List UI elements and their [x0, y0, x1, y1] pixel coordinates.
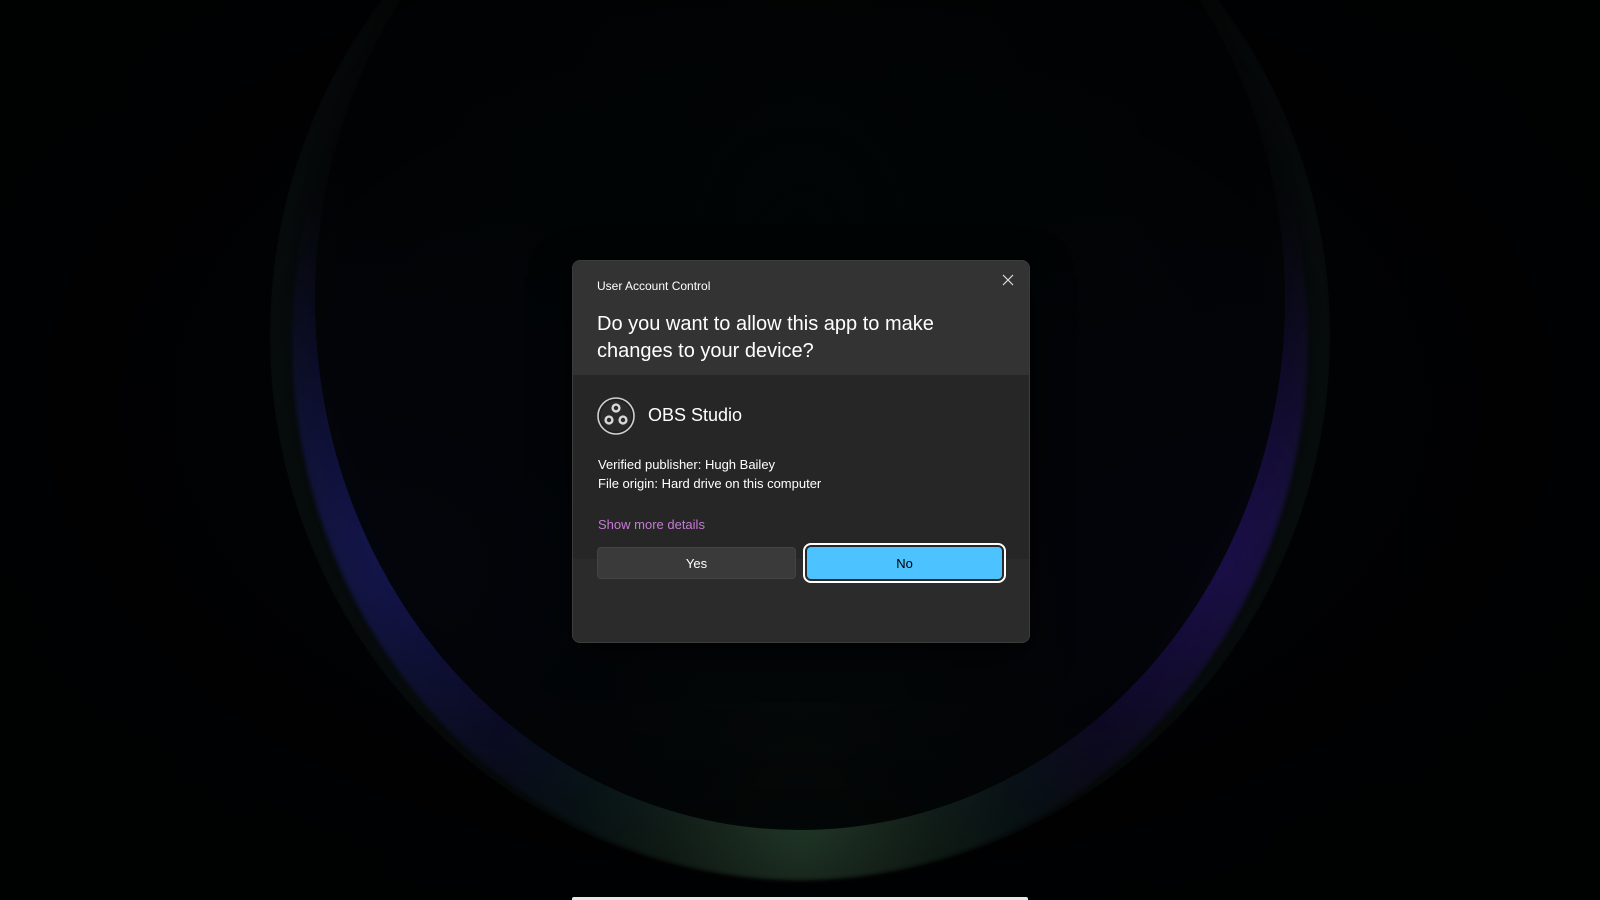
uac-dialog: User Account Control Do you want to allo…: [572, 260, 1030, 643]
dialog-header: User Account Control Do you want to allo…: [573, 261, 1029, 375]
close-icon: [1002, 274, 1014, 286]
verified-publisher: Verified publisher: Hugh Bailey: [598, 457, 776, 472]
yes-button[interactable]: Yes: [597, 547, 796, 579]
obs-studio-icon: [597, 397, 635, 435]
no-button[interactable]: No: [803, 543, 1006, 583]
dialog-body: OBS Studio Verified publisher: Hugh Bail…: [573, 375, 1029, 559]
app-name: OBS Studio: [648, 405, 743, 425]
dialog-title: User Account Control: [597, 279, 711, 293]
secure-desktop-background: User Account Control Do you want to allo…: [0, 0, 1600, 900]
show-more-details-link[interactable]: Show more details: [598, 517, 705, 532]
dialog-question: Do you want to allow this app to make ch…: [597, 313, 934, 362]
close-button[interactable]: [993, 267, 1023, 293]
file-origin: File origin: Hard drive on this computer: [598, 476, 822, 491]
